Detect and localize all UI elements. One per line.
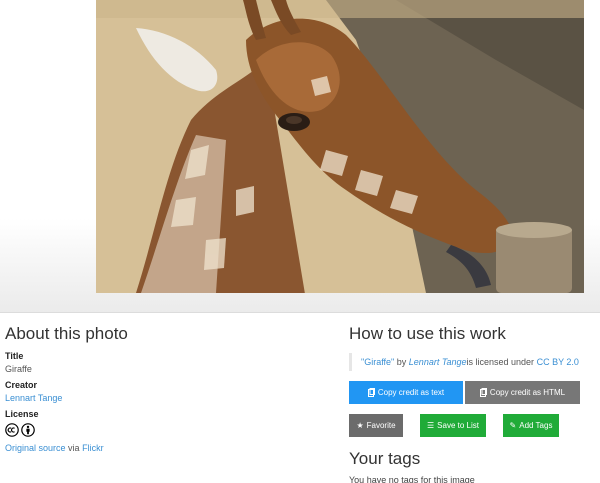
tags-heading: Your tags	[349, 449, 421, 468]
copy-icon	[367, 388, 375, 397]
copy-icon	[479, 388, 487, 397]
by-icon	[21, 423, 35, 437]
usage-panel: How to use this work "Giraffe" by Lennar…	[349, 324, 589, 483]
save-to-list-button[interactable]: ☰ Save to List	[420, 414, 486, 437]
creator-label: Creator	[5, 380, 38, 390]
flickr-link[interactable]: Flickr	[82, 443, 104, 453]
tags-section: Your tags You have no tags for this imag…	[349, 449, 589, 483]
add-tags-label: Add Tags	[519, 421, 553, 430]
credit-license-link[interactable]: CC BY 2.0	[537, 357, 579, 367]
copy-html-label: Copy credit as HTML	[489, 388, 566, 397]
copy-html-button[interactable]: Copy credit as HTML	[465, 381, 580, 404]
giraffe-photo[interactable]	[96, 0, 584, 293]
copy-text-button[interactable]: Copy credit as text	[349, 381, 463, 404]
about-panel: About this photo Title Giraffe Creator L…	[5, 324, 305, 453]
photo-stage	[0, 0, 600, 313]
copy-text-label: Copy credit as text	[377, 388, 445, 397]
usage-heading: How to use this work	[349, 324, 506, 343]
source-line: Original source via Flickr	[5, 443, 305, 453]
save-to-list-label: Save to List	[437, 421, 479, 430]
title-value: Giraffe	[5, 364, 32, 374]
credit-licensed-text: is licensed under	[466, 357, 535, 367]
about-heading: About this photo	[5, 324, 128, 343]
title-label: Title	[5, 351, 24, 361]
attribution-text: "Giraffe" by Lennart Tangeis licensed un…	[349, 353, 589, 371]
copy-credit-buttons: Copy credit as text Copy credit as HTML	[349, 381, 589, 404]
creator-link[interactable]: Lennart Tange	[5, 393, 62, 403]
tag-icon: ✎	[509, 421, 517, 430]
star-icon: ★	[356, 421, 364, 430]
license-icons[interactable]	[5, 423, 305, 437]
credit-title-link[interactable]: "Giraffe"	[361, 357, 394, 367]
giraffe-image	[96, 0, 584, 293]
add-tags-button[interactable]: ✎ Add Tags	[503, 414, 559, 437]
no-tags-message: You have no tags for this image	[349, 475, 475, 483]
source-via-text: via	[68, 443, 80, 453]
favorite-button[interactable]: ★ Favorite	[349, 414, 403, 437]
credit-author-name: Lennart Tange	[408, 357, 467, 367]
action-buttons: ★ Favorite ☰ Save to List ✎ Add Tags	[349, 414, 589, 437]
license-label: License	[5, 409, 39, 419]
favorite-label: Favorite	[366, 421, 396, 430]
original-source-link[interactable]: Original source	[5, 443, 66, 453]
credit-by-text: by	[396, 357, 407, 367]
list-icon: ☰	[427, 421, 435, 430]
credit-author-link[interactable]: Lennart Tange	[409, 357, 467, 367]
cc-icon	[5, 423, 19, 437]
